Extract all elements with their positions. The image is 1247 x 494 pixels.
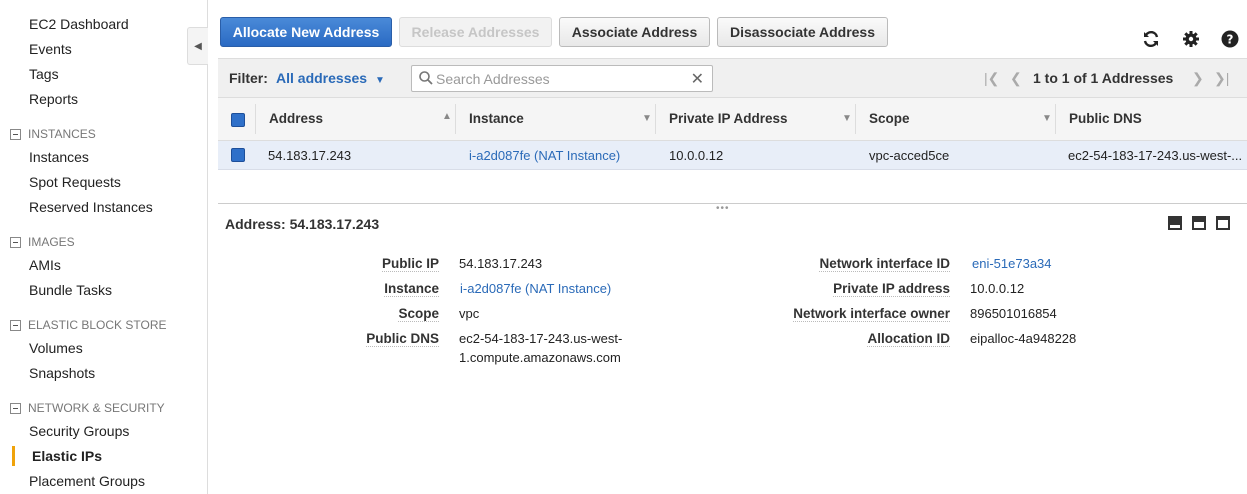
cell-address: 54.183.17.243	[268, 148, 352, 163]
associate-address-button[interactable]: Associate Address	[559, 17, 710, 47]
sidebar-item-ec2-dashboard[interactable]: EC2 Dashboard	[29, 16, 129, 32]
sidebar-item-placement-groups[interactable]: Placement Groups	[29, 473, 145, 489]
value-scope: vpc	[459, 306, 480, 321]
label-public-dns: Public DNS	[366, 331, 439, 347]
column-divider	[1055, 104, 1056, 134]
select-all-checkbox[interactable]	[231, 113, 245, 127]
label-eni-owner: Network interface owner	[793, 306, 950, 322]
resize-grip-icon[interactable]: •••	[716, 203, 730, 214]
collapse-icon	[10, 236, 21, 248]
value-public-dns-line1: ec2-54-183-17-243.us-west-	[459, 331, 623, 346]
sidebar-item-volumes[interactable]: Volumes	[29, 340, 83, 356]
label-private-ip: Private IP address	[833, 281, 950, 297]
disassociate-address-button[interactable]: Disassociate Address	[717, 17, 888, 47]
cell-private-ip: 10.0.0.12	[669, 148, 724, 163]
help-icon[interactable]: ?	[1219, 28, 1241, 50]
close-icon[interactable]: ✕	[691, 69, 704, 89]
sidebar-item-reports[interactable]: Reports	[29, 91, 78, 107]
pane-bottom-icon[interactable]	[1168, 216, 1182, 230]
column-header-instance[interactable]: Instance	[469, 111, 524, 126]
next-page-icon[interactable]: ❯	[1192, 70, 1204, 87]
collapse-sidebar-button[interactable]: ◀	[187, 27, 208, 65]
value-public-dns-line2: 1.compute.amazonaws.com	[459, 350, 621, 365]
refresh-icon[interactable]	[1140, 28, 1162, 50]
collapse-icon	[10, 402, 21, 414]
sidebar-item-elastic-ips[interactable]: Elastic IPs	[32, 448, 102, 464]
pagination-text: 1 to 1 of 1 Addresses	[1033, 70, 1174, 86]
column-header-private-ip[interactable]: Private IP Address	[669, 111, 788, 126]
sidebar-section-label: ELASTIC BLOCK STORE	[28, 318, 167, 332]
value-allocation-id: eipalloc-4a948228	[970, 331, 1077, 346]
chevron-down-icon: ▼	[374, 75, 385, 86]
value-public-ip: 54.183.17.243	[459, 256, 543, 271]
prev-page-icon[interactable]: ❮	[1010, 70, 1022, 87]
pane-divider[interactable]	[218, 203, 1247, 204]
gear-icon[interactable]	[1180, 28, 1202, 50]
sort-icon[interactable]: ▼	[1042, 113, 1052, 124]
sort-icon[interactable]: ▼	[842, 113, 852, 124]
sidebar-item-spot-requests[interactable]: Spot Requests	[29, 174, 121, 190]
pane-split-icon[interactable]	[1192, 216, 1206, 230]
sort-ascending-icon[interactable]: ▲	[442, 111, 452, 122]
sidebar-section-label: INSTANCES	[28, 127, 96, 141]
detail-title: Address: 54.183.17.243	[225, 216, 380, 232]
sidebar-nav: EC2 Dashboard Events Tags Reports INSTAN…	[0, 0, 208, 494]
sidebar-item-tags[interactable]: Tags	[29, 66, 59, 82]
value-eni-id-link[interactable]: eni-51e73a34	[972, 256, 1052, 271]
active-indicator	[12, 446, 15, 466]
label-public-ip: Public IP	[381, 256, 439, 272]
sidebar-section-images[interactable]: IMAGES	[10, 235, 75, 249]
column-header-scope[interactable]: Scope	[869, 111, 910, 126]
filter-selected-value: All addresses	[276, 70, 368, 86]
table-row[interactable]: 54.183.17.243 i-a2d087fe (NAT Instance) …	[218, 141, 1247, 170]
row-checkbox[interactable]	[231, 148, 245, 162]
sort-icon[interactable]: ▼	[642, 113, 652, 124]
value-instance-link[interactable]: i-a2d087fe (NAT Instance)	[460, 281, 611, 296]
filter-label: Filter:	[229, 70, 268, 86]
cell-public-dns: ec2-54-183-17-243.us-west-...	[1068, 148, 1243, 163]
column-divider	[255, 104, 256, 134]
search-box[interactable]: ✕	[411, 65, 713, 92]
sidebar-item-bundle-tasks[interactable]: Bundle Tasks	[29, 282, 112, 298]
sidebar-item-amis[interactable]: AMIs	[29, 257, 61, 273]
cell-scope: vpc-acced5ce	[869, 148, 950, 163]
column-divider	[455, 104, 456, 134]
column-header-public-dns[interactable]: Public DNS	[1069, 111, 1142, 126]
value-eni-owner: 896501016854	[970, 306, 1057, 321]
sidebar-section-ebs[interactable]: ELASTIC BLOCK STORE	[10, 318, 167, 332]
first-page-icon[interactable]: |❮	[984, 70, 999, 87]
search-icon	[419, 71, 433, 85]
search-input[interactable]	[436, 69, 686, 88]
filter-dropdown[interactable]: All addresses ▼	[276, 70, 385, 86]
sidebar-section-instances[interactable]: INSTANCES	[10, 127, 96, 141]
sidebar-item-events[interactable]: Events	[29, 41, 72, 57]
label-instance: Instance	[384, 281, 439, 297]
release-addresses-button[interactable]: Release Addresses	[399, 17, 552, 47]
sidebar-section-label: IMAGES	[28, 235, 75, 249]
column-divider	[655, 104, 656, 134]
allocate-address-button[interactable]: Allocate New Address	[220, 17, 392, 47]
sidebar-section-network[interactable]: NETWORK & SECURITY	[10, 401, 165, 415]
filter-bar: Filter: All addresses ▼ ✕ |❮ ❮ 1 to 1 of…	[218, 58, 1247, 98]
label-scope: Scope	[398, 306, 439, 322]
column-divider	[855, 104, 856, 134]
pane-maximize-icon[interactable]	[1216, 216, 1230, 230]
collapse-icon	[10, 128, 21, 140]
column-header-address[interactable]: Address	[269, 111, 323, 126]
value-private-ip: 10.0.0.12	[970, 281, 1025, 296]
table-header: Address ▲ Instance ▼ Private IP Address …	[218, 98, 1247, 141]
svg-text:?: ?	[1227, 33, 1234, 47]
chevron-left-icon: ◀	[194, 40, 202, 52]
cell-instance-link[interactable]: i-a2d087fe (NAT Instance)	[469, 148, 620, 163]
sidebar-item-snapshots[interactable]: Snapshots	[29, 365, 95, 381]
collapse-icon	[10, 319, 21, 331]
last-page-icon[interactable]: ❯|	[1214, 70, 1229, 87]
sidebar-section-label: NETWORK & SECURITY	[28, 401, 165, 415]
label-eni-id: Network interface ID	[819, 256, 950, 272]
sidebar-item-security-groups[interactable]: Security Groups	[29, 423, 129, 439]
label-allocation-id: Allocation ID	[867, 331, 950, 347]
sidebar-item-reserved-instances[interactable]: Reserved Instances	[29, 199, 153, 215]
sidebar-item-instances[interactable]: Instances	[29, 149, 89, 165]
